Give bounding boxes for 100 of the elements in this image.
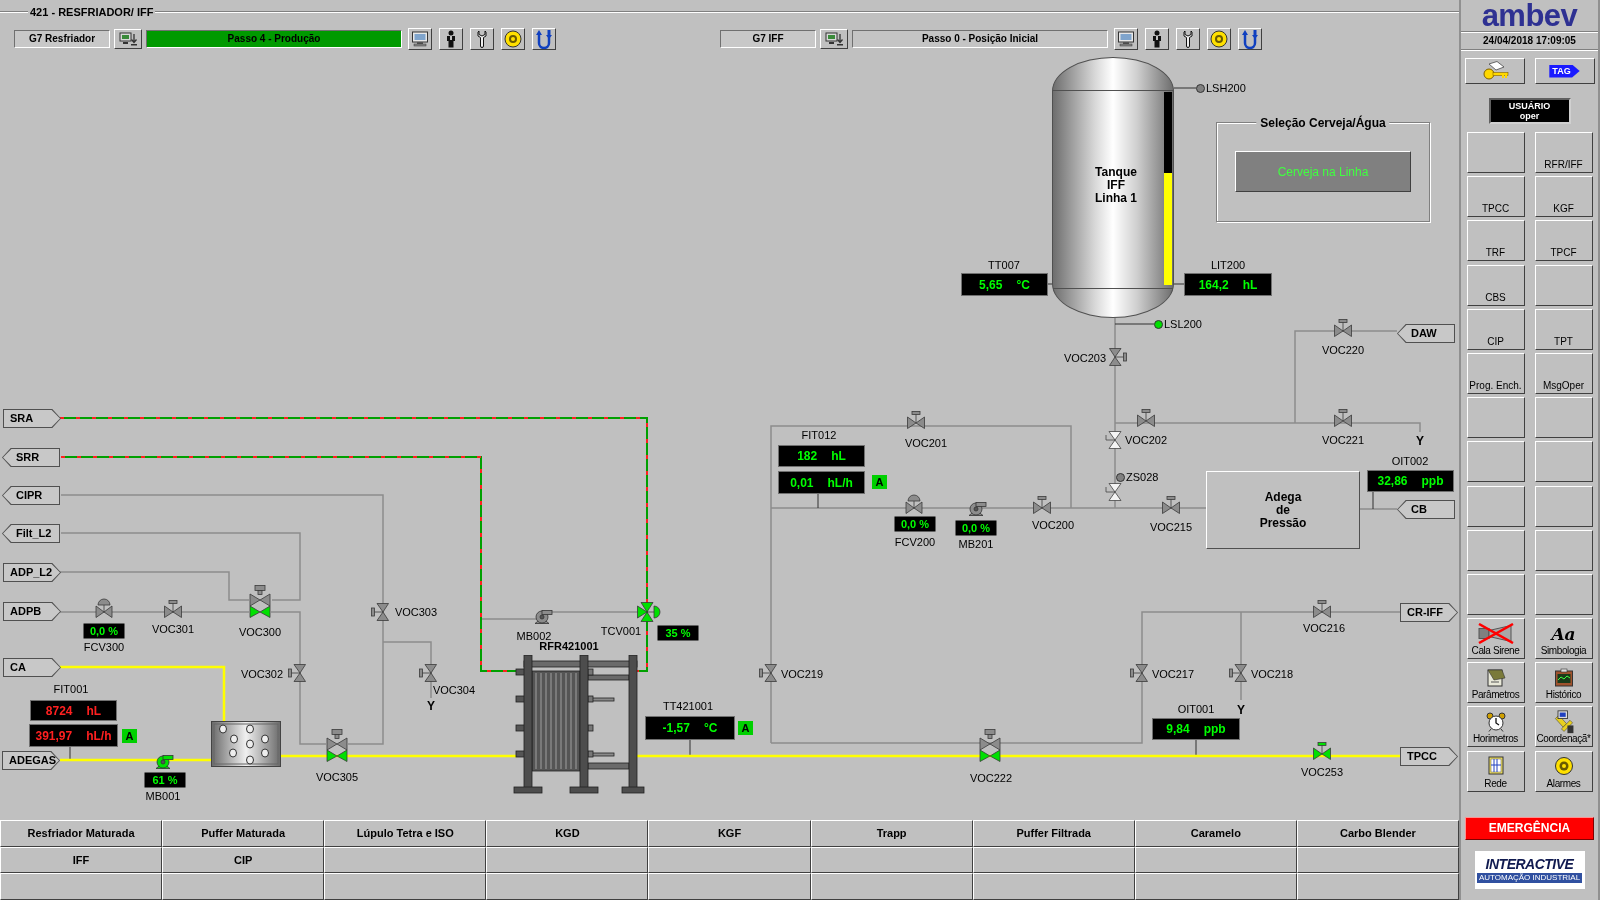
blank-button[interactable] bbox=[972, 847, 1135, 873]
connector-tag[interactable]: CIPR bbox=[2, 486, 60, 505]
connector-tag[interactable]: SRA bbox=[3, 409, 61, 428]
connector-tag[interactable]: ADPB bbox=[3, 602, 61, 621]
toolbar-button[interactable] bbox=[1176, 28, 1200, 50]
connector-tag[interactable]: CA bbox=[3, 658, 61, 677]
tag-button[interactable]: TAG bbox=[1534, 58, 1595, 84]
blank-button[interactable] bbox=[1534, 397, 1593, 439]
valve-icon[interactable] bbox=[1137, 409, 1155, 427]
toolbar-button[interactable] bbox=[470, 28, 494, 50]
toolbar-button[interactable] bbox=[501, 28, 525, 50]
plate-heat-exchanger-icon[interactable] bbox=[510, 655, 646, 795]
toolbar-button[interactable] bbox=[1145, 28, 1169, 50]
menu-button[interactable]: Caramelo bbox=[1134, 820, 1297, 847]
connector-tag[interactable]: DAW bbox=[1397, 324, 1455, 343]
control-valve-icon[interactable] bbox=[95, 598, 113, 618]
valve-icon[interactable] bbox=[759, 664, 777, 682]
tool-button[interactable]: Histórico bbox=[1534, 662, 1593, 704]
pump-icon[interactable] bbox=[967, 500, 987, 516]
nav-button[interactable]: Prog. Ench. bbox=[1466, 352, 1525, 394]
menu-button[interactable]: CIP bbox=[162, 847, 325, 873]
double-seat-valve-icon[interactable] bbox=[249, 585, 271, 618]
blank-button[interactable] bbox=[1466, 441, 1525, 483]
blank-button[interactable] bbox=[1134, 873, 1297, 900]
blank-button[interactable] bbox=[1296, 847, 1459, 873]
pump-icon[interactable] bbox=[154, 753, 174, 769]
toolbar-button[interactable] bbox=[1114, 28, 1138, 50]
blank-button[interactable] bbox=[1534, 485, 1593, 527]
blank-button[interactable] bbox=[810, 847, 973, 873]
valve-icon[interactable] bbox=[419, 664, 437, 682]
valve-icon[interactable] bbox=[1334, 409, 1352, 427]
valve-icon[interactable] bbox=[1313, 600, 1331, 618]
login-button[interactable] bbox=[1464, 58, 1525, 84]
nav-button[interactable]: TPCF bbox=[1534, 220, 1593, 262]
blank-button[interactable] bbox=[1534, 264, 1593, 306]
tool-button[interactable]: Alarmes bbox=[1534, 750, 1593, 792]
blank-button[interactable] bbox=[162, 873, 325, 900]
blank-button[interactable] bbox=[1296, 873, 1459, 900]
valve-icon[interactable] bbox=[1109, 348, 1127, 366]
blank-button[interactable] bbox=[1534, 441, 1593, 483]
toolbar-button[interactable] bbox=[820, 29, 848, 49]
double-seat-valve-icon[interactable] bbox=[979, 729, 1001, 762]
connector-tag[interactable]: CR-IFF bbox=[1400, 603, 1458, 622]
valve-icon[interactable] bbox=[907, 411, 925, 429]
menu-button[interactable]: KGF bbox=[648, 820, 811, 847]
blank-button[interactable] bbox=[648, 847, 811, 873]
nav-button[interactable]: TPT bbox=[1534, 308, 1593, 350]
perforated-filter-icon[interactable] bbox=[211, 721, 281, 767]
blank-button[interactable] bbox=[1466, 529, 1525, 571]
tool-button[interactable]: Parâmetros bbox=[1466, 662, 1525, 704]
blank-button[interactable] bbox=[324, 847, 487, 873]
valve-icon[interactable] bbox=[1229, 664, 1247, 682]
menu-button[interactable]: Resfriador Maturada bbox=[0, 820, 163, 847]
toolbar-button[interactable] bbox=[532, 28, 556, 50]
double-seat-valve-icon[interactable] bbox=[326, 729, 348, 762]
menu-button[interactable]: Trapp bbox=[810, 820, 973, 847]
nav-button[interactable]: KGF bbox=[1534, 176, 1593, 218]
blank-button[interactable] bbox=[1534, 529, 1593, 571]
valve-icon[interactable] bbox=[1313, 742, 1331, 760]
blank-button[interactable] bbox=[1466, 485, 1525, 527]
blank-button[interactable] bbox=[648, 873, 811, 900]
connector-tag[interactable]: Filt_L2 bbox=[2, 524, 60, 543]
toolbar-button[interactable] bbox=[439, 28, 463, 50]
blank-button[interactable] bbox=[810, 873, 973, 900]
blank-button[interactable] bbox=[1534, 573, 1593, 615]
valve-icon[interactable] bbox=[288, 664, 306, 682]
toolbar-button[interactable] bbox=[1238, 28, 1262, 50]
menu-button[interactable]: Lúpulo Tetra e ISO bbox=[324, 820, 487, 847]
toolbar-button[interactable] bbox=[114, 29, 142, 49]
blank-button[interactable] bbox=[486, 873, 649, 900]
tool-button[interactable]: Aa Simbologia bbox=[1534, 618, 1593, 660]
nav-button[interactable]: TPCC bbox=[1466, 176, 1525, 218]
menu-button[interactable]: Carbo Blender bbox=[1296, 820, 1459, 847]
menu-button[interactable]: Puffer Filtrada bbox=[972, 820, 1135, 847]
valve-icon[interactable] bbox=[1162, 496, 1180, 514]
menu-button[interactable]: IFF bbox=[0, 847, 163, 873]
valve-icon[interactable] bbox=[1334, 319, 1352, 337]
tool-button[interactable]: Coordenaçã* bbox=[1534, 706, 1593, 748]
blank-button[interactable] bbox=[1134, 847, 1297, 873]
connector-tag[interactable]: ADP_L2 bbox=[3, 563, 61, 582]
valve-icon[interactable] bbox=[1033, 496, 1051, 514]
emergency-button[interactable]: EMERGÊNCIA bbox=[1465, 816, 1594, 840]
nav-button[interactable]: MsgOper bbox=[1534, 352, 1593, 394]
valve-icon[interactable] bbox=[1130, 664, 1148, 682]
valve-icon[interactable] bbox=[164, 600, 182, 618]
nav-button[interactable]: CBS bbox=[1466, 264, 1525, 306]
blank-button[interactable] bbox=[1466, 573, 1525, 615]
toolbar-button[interactable] bbox=[1207, 28, 1231, 50]
menu-button[interactable]: KGD bbox=[486, 820, 649, 847]
connector-tag[interactable]: TPCC bbox=[1400, 747, 1458, 766]
blank-button[interactable] bbox=[1466, 397, 1525, 439]
hand-valve-icon[interactable] bbox=[1105, 483, 1122, 501]
menu-button[interactable]: Puffer Maturada bbox=[162, 820, 325, 847]
valve-icon[interactable] bbox=[371, 603, 389, 621]
three-way-valve-icon[interactable] bbox=[637, 602, 661, 622]
hand-valve-icon[interactable] bbox=[1105, 431, 1122, 449]
connector-tag[interactable]: CB bbox=[1397, 500, 1455, 519]
blank-button[interactable] bbox=[486, 847, 649, 873]
tool-button[interactable]: Horimetros bbox=[1466, 706, 1525, 748]
tool-button[interactable]: Rede bbox=[1466, 750, 1525, 792]
